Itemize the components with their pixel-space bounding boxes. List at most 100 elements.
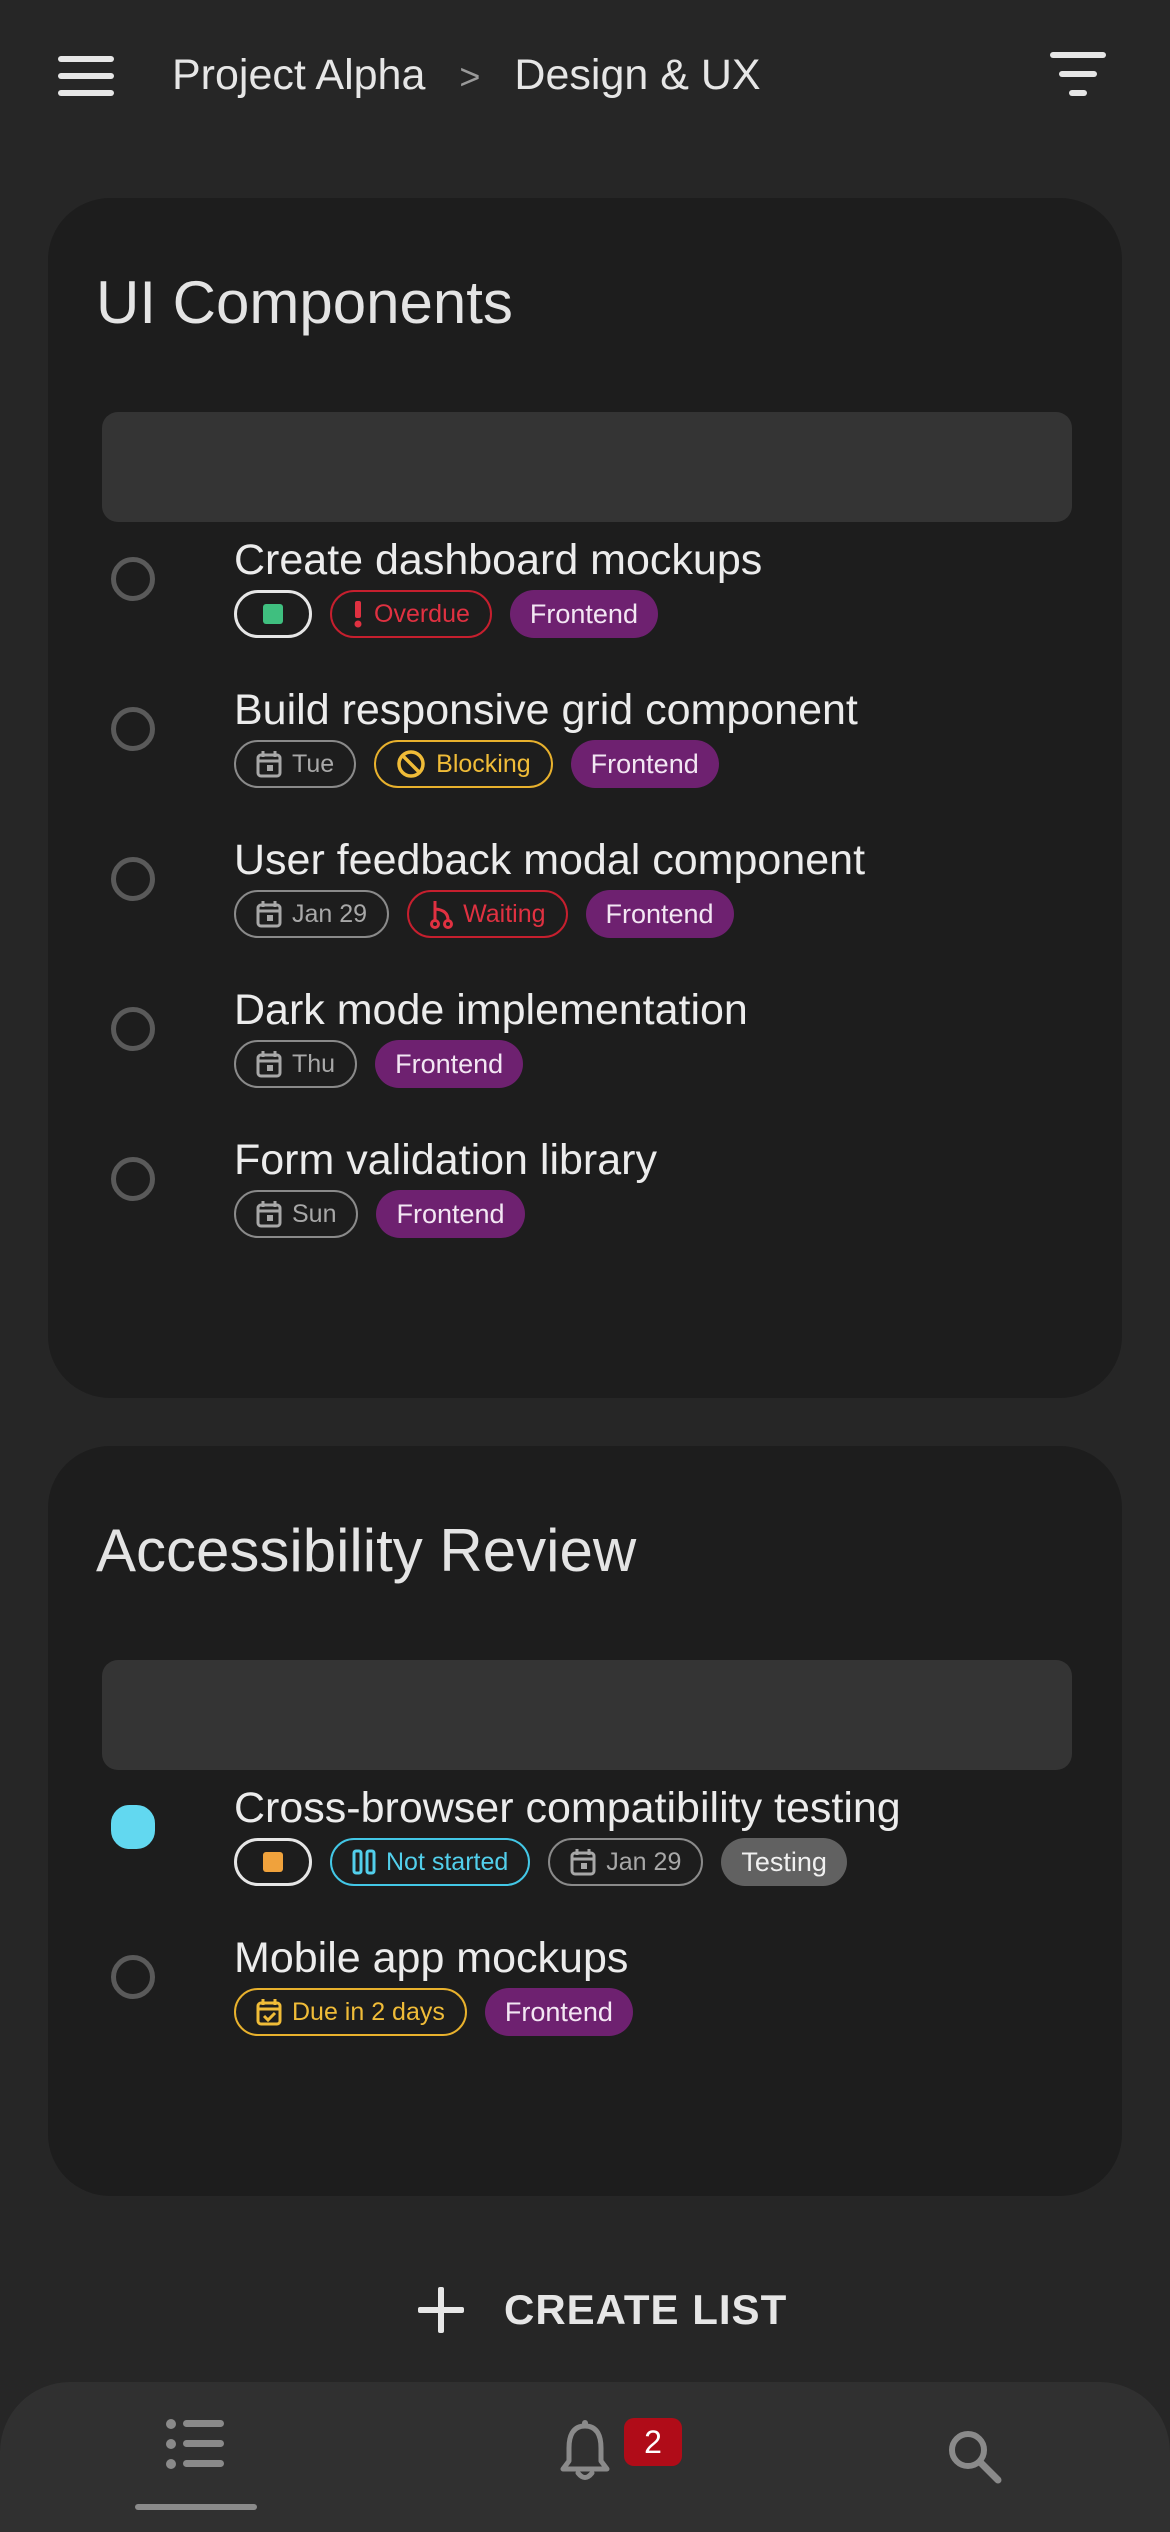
tag-chip[interactable]: Testing: [721, 1838, 847, 1886]
breadcrumb: Project Alpha > Design & UX: [172, 46, 761, 106]
add-task-input[interactable]: [102, 412, 1072, 522]
list-card-ui-components: UI Components Create dashboard mockups Ov…: [48, 198, 1122, 1398]
calendar-icon: [570, 1848, 596, 1876]
task-chips: Thu Frontend: [234, 1040, 524, 1088]
task-checkbox[interactable]: [111, 707, 155, 751]
blocked-icon: [396, 749, 426, 779]
calendar-check-icon: [256, 1998, 282, 2026]
task-checkbox[interactable]: [111, 1805, 155, 1849]
breadcrumb-project[interactable]: Project Alpha: [172, 51, 425, 99]
task-chips: Tue Blocking Frontend: [234, 740, 719, 788]
chip-label: Jan 29: [292, 899, 368, 928]
chip-label: Not started: [386, 1847, 509, 1876]
calendar-icon: [256, 750, 282, 778]
tag-chip[interactable]: Frontend: [509, 590, 658, 638]
breadcrumb-separator: >: [459, 56, 481, 97]
task-checkbox[interactable]: [111, 857, 155, 901]
due-date-chip[interactable]: Jan 29: [234, 890, 390, 938]
calendar-icon: [256, 1200, 282, 1228]
color-chip[interactable]: [234, 590, 312, 638]
tag-label: Frontend: [529, 598, 638, 629]
status-chip[interactable]: Due in 2 days: [234, 1988, 467, 2036]
notification-badge: 2: [624, 2418, 682, 2466]
status-chip[interactable]: Overdue: [330, 590, 492, 638]
create-list-label: CREATE LIST: [504, 2286, 788, 2333]
task-item: Dark mode implementation Thu Frontend: [48, 984, 1122, 1124]
task-title[interactable]: Dark mode implementation: [234, 984, 748, 1036]
due-date-chip[interactable]: Tue: [234, 740, 357, 788]
list-title[interactable]: Accessibility Review: [96, 1516, 636, 1586]
bottom-navigation: 2: [0, 2382, 1170, 2532]
filter-icon[interactable]: [1050, 52, 1116, 98]
due-date-chip[interactable]: Jan 29: [548, 1838, 704, 1886]
tag-label: Frontend: [396, 1198, 505, 1229]
plus-icon: [418, 2287, 464, 2333]
task-item: Create dashboard mockups Overdue Frontend: [48, 534, 1122, 674]
tag-label: Frontend: [395, 1048, 504, 1079]
color-swatch: [263, 604, 283, 624]
chip-label: Sun: [292, 1199, 337, 1228]
search-icon: [949, 2431, 1002, 2484]
color-swatch: [263, 1852, 283, 1872]
tag-label: Frontend: [605, 898, 714, 929]
color-chip[interactable]: [234, 1838, 312, 1886]
calendar-icon: [256, 1050, 282, 1078]
nav-notifications[interactable]: [560, 2420, 610, 2489]
task-title[interactable]: Cross-browser compatibility testing: [234, 1782, 901, 1834]
task-checkbox[interactable]: [111, 557, 155, 601]
chip-label: Overdue: [374, 599, 470, 628]
nav-search[interactable]: [946, 2428, 1002, 2489]
task-title[interactable]: User feedback modal component: [234, 834, 865, 886]
breadcrumb-section[interactable]: Design & UX: [514, 51, 760, 99]
tag-chip[interactable]: Frontend: [585, 890, 734, 938]
due-date-chip[interactable]: Sun: [234, 1190, 359, 1238]
tag-chip[interactable]: Frontend: [484, 1988, 633, 2036]
list-title[interactable]: UI Components: [96, 268, 513, 338]
tag-label: Frontend: [590, 748, 699, 779]
task-item: User feedback modal component Jan 29 Waiti…: [48, 834, 1122, 974]
tag-chip[interactable]: Frontend: [570, 740, 719, 788]
task-chips: Overdue Frontend: [234, 590, 658, 638]
task-item: Cross-browser compatibility testing Not s…: [48, 1782, 1122, 1922]
menu-icon[interactable]: [58, 56, 114, 96]
pause-icon: [352, 1849, 376, 1875]
list-card-accessibility-review: Accessibility Review Cross-browser compa…: [48, 1446, 1122, 2196]
tag-chip[interactable]: Frontend: [376, 1190, 525, 1238]
task-checkbox[interactable]: [111, 1157, 155, 1201]
chip-label: Thu: [292, 1049, 336, 1078]
top-app-bar: Project Alpha > Design & UX: [0, 0, 1170, 150]
task-title[interactable]: Build responsive grid component: [234, 684, 858, 736]
task-chips: Not started Jan 29 Testing: [234, 1838, 847, 1886]
exclamation-icon: [352, 600, 364, 628]
bell-icon: [560, 2420, 610, 2480]
create-list-button[interactable]: CREATE LIST: [418, 2280, 787, 2340]
task-item: Build responsive grid component Tue Blocki…: [48, 684, 1122, 824]
status-chip[interactable]: Blocking: [374, 740, 553, 788]
task-title[interactable]: Mobile app mockups: [234, 1932, 628, 1984]
tag-label: Testing: [741, 1846, 827, 1877]
task-title[interactable]: Create dashboard mockups: [234, 534, 762, 586]
tag-chip[interactable]: Frontend: [375, 1040, 524, 1088]
status-chip[interactable]: Not started: [330, 1838, 531, 1886]
task-chips: Sun Frontend: [234, 1190, 525, 1238]
branch-icon: [429, 899, 454, 929]
task-title[interactable]: Form validation library: [234, 1134, 657, 1186]
active-tab-indicator: [135, 2504, 257, 2510]
task-checkbox[interactable]: [111, 1007, 155, 1051]
calendar-icon: [256, 900, 282, 928]
task-item: Form validation library Sun Frontend: [48, 1134, 1122, 1274]
chip-label: Blocking: [436, 749, 531, 778]
chip-label: Jan 29: [606, 1847, 682, 1876]
chip-label: Waiting: [463, 899, 546, 928]
status-chip[interactable]: Waiting: [407, 890, 568, 938]
due-date-chip[interactable]: Thu: [234, 1040, 358, 1088]
task-item: Mobile app mockups Due in 2 days Frontend: [48, 1932, 1122, 2072]
task-chips: Jan 29 Waiting Frontend: [234, 890, 734, 938]
chip-label: Tue: [292, 749, 335, 778]
chip-label: Due in 2 days: [292, 1997, 445, 2026]
add-task-input[interactable]: [102, 1660, 1072, 1770]
task-checkbox[interactable]: [111, 1955, 155, 1999]
task-chips: Due in 2 days Frontend: [234, 1988, 633, 2036]
nav-lists[interactable]: [166, 2418, 224, 2475]
tag-label: Frontend: [504, 1996, 613, 2027]
